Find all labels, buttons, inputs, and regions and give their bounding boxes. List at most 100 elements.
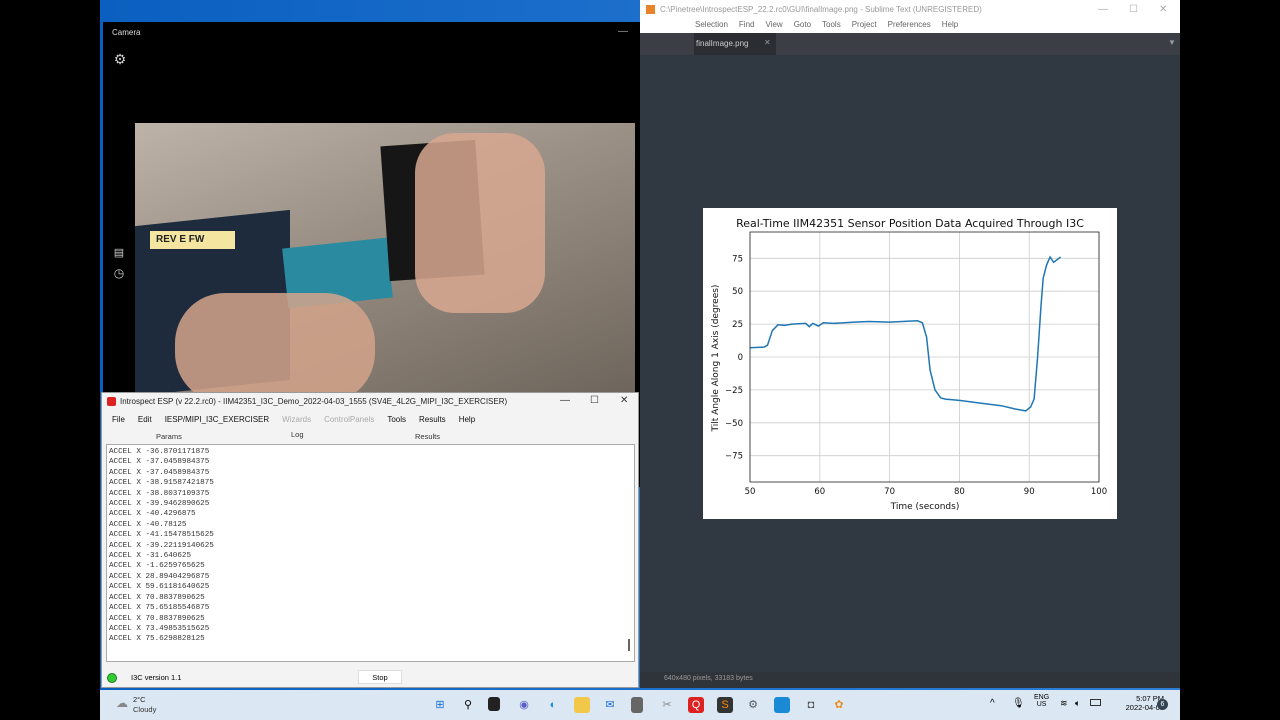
image-info: 640x480 pixels, 33183 bytes xyxy=(664,675,753,682)
menu-results[interactable]: Results xyxy=(419,415,446,424)
task-view-icon[interactable] xyxy=(488,697,500,711)
scrollbar[interactable] xyxy=(628,639,630,651)
series-line xyxy=(749,255,1062,412)
menu-help[interactable]: Help xyxy=(942,20,958,33)
menu-bar: File Edit IESP/MIPI_I3C_EXERCISER Wizard… xyxy=(112,415,475,424)
start-icon[interactable]: ⊞ xyxy=(432,697,448,713)
region: US xyxy=(1036,701,1047,708)
menu-goto[interactable]: Goto xyxy=(794,20,811,33)
log-line: ACCEL X 75.65185546875 xyxy=(109,604,210,613)
language-indicator[interactable]: ENG US xyxy=(1034,694,1049,708)
introspect-logo-icon xyxy=(107,397,116,406)
log-line: ACCEL X -31.640625 xyxy=(109,552,192,561)
x-axis-label: Time (seconds) xyxy=(890,502,960,512)
tab-params[interactable]: Params xyxy=(156,432,182,441)
box-label: REV E FW xyxy=(150,231,235,249)
menu-help[interactable]: Help xyxy=(459,415,475,424)
calculator-icon[interactable] xyxy=(631,697,643,713)
window-title: Introspect ESP (v 22.2.rc0) - IIM42351_I… xyxy=(120,397,508,406)
hdr-icon[interactable]: ▤ xyxy=(109,246,129,259)
log-line: ACCEL X -1.6259765625 xyxy=(109,562,205,571)
settings-icon[interactable]: ⚙ xyxy=(110,51,130,68)
tab-close-icon[interactable]: ✕ xyxy=(764,38,771,47)
settings-taskbar-icon[interactable]: ⚙ xyxy=(745,697,761,713)
hand xyxy=(415,133,545,313)
camera-preview: REV E FW xyxy=(135,123,635,392)
menu-wizards[interactable]: Wizards xyxy=(282,415,311,424)
maximize-button[interactable]: ☐ xyxy=(1129,4,1138,15)
sublime-taskbar-icon[interactable]: S xyxy=(717,697,733,713)
tab-log[interactable]: Log xyxy=(291,430,304,439)
minimize-button[interactable]: — xyxy=(1098,4,1108,15)
camera-taskbar-icon[interactable]: ◘ xyxy=(803,697,819,713)
x-tick-label: 100 xyxy=(1091,487,1107,497)
log-line: ACCEL X -39.9462890625 xyxy=(109,500,210,509)
weather-desc[interactable]: Cloudy xyxy=(133,705,156,714)
menu-edit[interactable]: Edit xyxy=(138,415,152,424)
menu-project[interactable]: Project xyxy=(852,20,877,33)
log-line: ACCEL X -37.0458984375 xyxy=(109,468,210,477)
mail-icon[interactable]: ✉ xyxy=(602,697,618,713)
search-icon[interactable]: ⚲ xyxy=(460,697,476,713)
microphone-icon[interactable]: 🎙︎ xyxy=(1012,698,1025,709)
menu-selection[interactable]: Selection xyxy=(695,20,728,33)
stop-button[interactable]: Stop xyxy=(358,670,402,684)
taskbar: ☁ 2°C Cloudy ⊞ ⚲ ◉ ◐ ✉ ✂ Q S ⚙ ◘ ✿ ^ 🎙︎ … xyxy=(100,690,1180,720)
x-tick-label: 50 xyxy=(745,487,756,497)
menu-file[interactable]: File xyxy=(112,415,125,424)
log-line: ACCEL X 73.49853515625 xyxy=(109,624,210,633)
log-line: ACCEL X -41.15478515625 xyxy=(109,531,214,540)
x-tick-label: 60 xyxy=(814,487,825,497)
x-tick-label: 70 xyxy=(884,487,895,497)
snipping-tool-icon[interactable]: ✂ xyxy=(659,697,675,713)
minimize-button[interactable]: — xyxy=(560,395,570,406)
timer-icon[interactable]: ◷ xyxy=(109,266,129,280)
y-tick-label: −25 xyxy=(725,386,743,396)
tab-results[interactable]: Results xyxy=(415,432,440,441)
close-button[interactable]: ✕ xyxy=(1159,4,1167,15)
battery-icon[interactable] xyxy=(1090,699,1101,706)
introspect-window: Introspect ESP (v 22.2.rc0) - IIM42351_I… xyxy=(101,392,639,688)
menu-tools[interactable]: Tools xyxy=(822,20,841,33)
app2-taskbar-icon[interactable]: ✿ xyxy=(831,697,847,713)
y-tick-label: −50 xyxy=(725,419,743,429)
minimize-button[interactable]: — xyxy=(618,26,628,37)
menu-preferences[interactable]: Preferences xyxy=(888,20,931,33)
log-line: ACCEL X -40.4296875 xyxy=(109,510,196,519)
app-taskbar-icon[interactable] xyxy=(774,697,790,713)
log-line: ACCEL X 28.89404296875 xyxy=(109,572,210,581)
introspect-taskbar-icon[interactable]: Q xyxy=(688,697,704,713)
wifi-icon[interactable]: ≋ xyxy=(1060,698,1068,709)
log-line: ACCEL X 70.8837890625 xyxy=(109,614,205,623)
x-tick-label: 80 xyxy=(954,487,965,497)
notification-badge[interactable]: 6 xyxy=(1157,699,1168,710)
menu-controlpanels[interactable]: ControlPanels xyxy=(324,415,374,424)
hand xyxy=(175,293,375,392)
tab-dropdown-icon[interactable]: ▼ xyxy=(1168,38,1176,47)
menu-tools[interactable]: Tools xyxy=(387,415,406,424)
tab-label: finalImage.png xyxy=(696,39,749,48)
volume-icon[interactable]: 🔈︎ xyxy=(1075,698,1080,709)
edge-icon[interactable]: ◐ xyxy=(545,697,561,713)
menu-find[interactable]: Find xyxy=(739,20,755,33)
tab-bar: finalImage.png ✕ ▼ xyxy=(640,33,1180,55)
y-tick-label: 75 xyxy=(732,254,743,264)
y-tick-label: 25 xyxy=(732,320,743,330)
panel-tabs: Params Log Results xyxy=(102,430,638,442)
chevron-up-icon[interactable]: ^ xyxy=(990,698,995,709)
log-output[interactable]: ACCEL X -36.8701171875 ACCEL X -37.045898… xyxy=(106,444,635,662)
menu-view[interactable]: View xyxy=(765,20,782,33)
lang: ENG xyxy=(1034,694,1050,701)
log-line: ACCEL X 75.6298828125 xyxy=(109,635,205,644)
close-button[interactable]: ✕ xyxy=(620,395,628,406)
y-axis-label: Tilt Angle Along 1 Axis (degrees) xyxy=(711,285,721,433)
log-line: ACCEL X -39.22119140625 xyxy=(109,541,214,550)
file-explorer-icon[interactable] xyxy=(574,697,590,713)
log-line: ACCEL X -37.0458984375 xyxy=(109,458,210,467)
maximize-button[interactable]: ☐ xyxy=(590,395,599,406)
weather-temp[interactable]: 2°C xyxy=(133,695,146,704)
menu-iesp[interactable]: IESP/MIPI_I3C_EXERCISER xyxy=(165,415,269,424)
chat-icon[interactable]: ◉ xyxy=(516,697,532,713)
chart-title: Real-Time IIM42351 Sensor Position Data … xyxy=(736,217,1084,230)
y-tick-label: 0 xyxy=(738,353,743,363)
